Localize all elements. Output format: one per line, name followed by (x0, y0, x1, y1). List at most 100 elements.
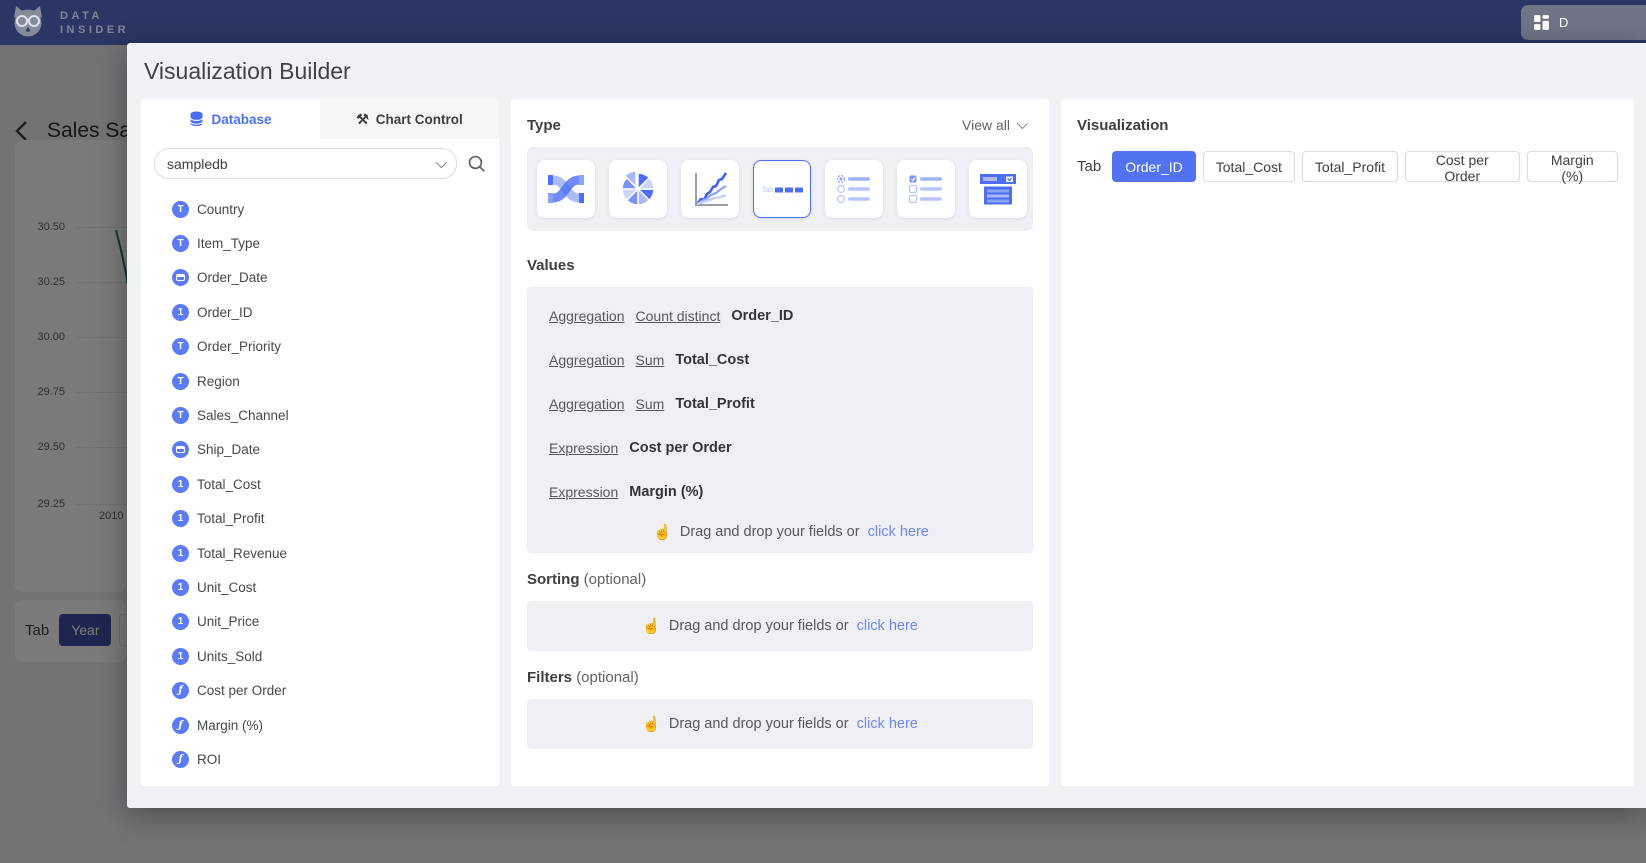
field-item[interactable]: 1Order_ID (141, 295, 499, 329)
chart-type-picker: Tab (527, 147, 1033, 231)
count-distinct-link[interactable]: Count distinct (636, 308, 721, 324)
sum-link[interactable]: Sum (636, 396, 665, 412)
sorting-click-here-link[interactable]: click here (857, 618, 918, 634)
builder-panel: Type View all (511, 99, 1049, 786)
field-item[interactable]: TItem_Type (141, 226, 499, 260)
field-label: Margin (%) (197, 718, 263, 733)
number-field-icon: 1 (172, 579, 189, 596)
top-navbar: DATA INSIDER D (0, 0, 1646, 45)
search-icon[interactable] (467, 154, 486, 173)
aggregation-link[interactable]: Aggregation (549, 352, 625, 368)
type-heading: Type (527, 117, 561, 134)
chart-type-checkbox-list-icon[interactable] (897, 160, 955, 218)
field-item[interactable]: 1Unit_Price (141, 605, 499, 639)
field-item[interactable]: ƒ Cost per Order (141, 673, 499, 707)
field-item[interactable]: 1Total_Cost (141, 467, 499, 501)
tab-database-label: Database (211, 112, 271, 127)
view-all-button[interactable]: View all (962, 117, 1025, 133)
field-label: Country (197, 202, 244, 217)
visualization-panel: Visualization Tab Order_IDTotal_CostTota… (1061, 99, 1634, 786)
drag-hand-icon: ☝ (653, 523, 672, 541)
field-item[interactable]: 1Unit_Cost (141, 570, 499, 604)
field-item[interactable]: ƒMargin (%) (141, 708, 499, 742)
viz-tab-order-id[interactable]: Order_ID (1112, 151, 1196, 182)
date-field-icon (172, 441, 189, 458)
filters-heading: Filters (optional) (527, 669, 639, 686)
value-field-name: Order_ID (731, 308, 793, 324)
chart-type-line-icon[interactable] (681, 160, 739, 218)
field-item[interactable]: 1Units_Sold (141, 639, 499, 673)
dashboard-button[interactable]: D (1521, 5, 1646, 40)
function-field-icon: ƒ (172, 751, 189, 768)
chart-type-sankey-icon[interactable] (537, 160, 595, 218)
number-field-icon: 1 (172, 510, 189, 527)
value-row: Expression Cost per Order (549, 426, 1033, 470)
aggregation-link[interactable]: Aggregation (549, 396, 625, 412)
field-label: Cost per Order (197, 683, 286, 698)
value-row: Aggregation Sum Total_Profit (549, 382, 1033, 426)
field-item[interactable]: TOrder_Priority (141, 330, 499, 364)
viz-tab-total-profit[interactable]: Total_Profit (1302, 151, 1398, 182)
viz-tab-total-cost[interactable]: Total_Cost (1203, 151, 1295, 182)
field-item[interactable]: Order_Date (141, 261, 499, 295)
viz-tab-bar: Tab Order_IDTotal_CostTotal_ProfitCost p… (1077, 151, 1618, 182)
visualization-builder-modal: Visualization Builder Database ⚒ Chart C… (127, 43, 1646, 808)
brand-text: DATA INSIDER (60, 9, 129, 37)
value-field-name: Total_Profit (675, 396, 754, 412)
field-label: Total_Cost (197, 477, 261, 492)
field-label: Order_ID (197, 305, 253, 320)
sorting-dropzone[interactable]: ☝ Drag and drop your fields or click her… (527, 601, 1033, 651)
chart-type-dropdown-icon[interactable] (969, 160, 1027, 218)
chart-type-tab-icon[interactable]: Tab (753, 160, 811, 218)
sum-link[interactable]: Sum (636, 352, 665, 368)
field-item[interactable]: TRegion (141, 364, 499, 398)
field-label: Sales_Channel (197, 408, 289, 423)
field-label: Region (197, 374, 240, 389)
dashboard-icon (1533, 14, 1550, 31)
values-dragdrop[interactable]: ☝ Drag and drop your fields or click her… (549, 523, 1033, 541)
text-field-icon: T (172, 338, 189, 355)
chart-type-radio-list-icon[interactable] (825, 160, 883, 218)
field-list: TCountryTItem_TypeOrder_Date1Order_IDTOr… (141, 188, 499, 777)
aggregation-link[interactable]: Aggregation (549, 308, 625, 324)
chevron-down-icon (1017, 118, 1028, 129)
number-field-icon: 1 (172, 545, 189, 562)
field-item[interactable]: TSales_Channel (141, 398, 499, 432)
expression-link[interactable]: Expression (549, 484, 618, 500)
field-label: Total_Revenue (197, 546, 287, 561)
chevron-down-icon (436, 156, 447, 167)
tab-chart-control-label: Chart Control (376, 112, 463, 127)
field-label: Item_Type (197, 236, 260, 251)
owl-logo-icon (10, 4, 46, 41)
value-field-name: Total_Cost (675, 352, 749, 368)
drag-hand-icon: ☝ (642, 617, 661, 635)
tools-icon: ⚒ (356, 111, 369, 128)
expression-link[interactable]: Expression (549, 440, 618, 456)
database-select[interactable]: sampledb (154, 148, 457, 179)
field-item[interactable]: TCountry (141, 192, 499, 226)
tab-chart-control[interactable]: ⚒ Chart Control (320, 99, 499, 139)
value-field-name: Cost per Order (629, 440, 731, 456)
values-dropzone[interactable]: Aggregation Count distinct Order_ID Aggrega… (527, 287, 1033, 553)
field-label: Order_Date (197, 270, 268, 285)
modal-title: Visualization Builder (144, 58, 351, 85)
values-click-here-link[interactable]: click here (868, 524, 929, 540)
brand-logo: DATA INSIDER (10, 4, 129, 41)
field-label: Total_Profit (197, 511, 265, 526)
value-row: ExpressionMargin (%) (549, 470, 1033, 514)
database-panel: Database ⚒ Chart Control sampledb TCount… (141, 99, 499, 786)
filters-dropzone[interactable]: ☝ Drag and drop your fields or click her… (527, 699, 1033, 749)
field-label: ROI (197, 752, 221, 767)
field-item[interactable]: Ship_Date (141, 433, 499, 467)
viz-tab-label: Tab (1077, 158, 1101, 175)
field-item[interactable]: ƒ ROI (141, 742, 499, 776)
filters-click-here-link[interactable]: click here (857, 716, 918, 732)
chart-type-pie-icon[interactable] (609, 160, 667, 218)
viz-tab-cost-per-order[interactable]: Cost per Order (1405, 151, 1520, 182)
field-item[interactable]: 1 Total_Revenue (141, 536, 499, 570)
function-field-icon: ƒ (172, 682, 189, 699)
visualization-heading: Visualization (1077, 117, 1168, 134)
field-item[interactable]: 1 Total_Profit (141, 502, 499, 536)
tab-database[interactable]: Database (141, 99, 320, 139)
viz-tab-margin[interactable]: Margin (%) (1527, 151, 1618, 182)
